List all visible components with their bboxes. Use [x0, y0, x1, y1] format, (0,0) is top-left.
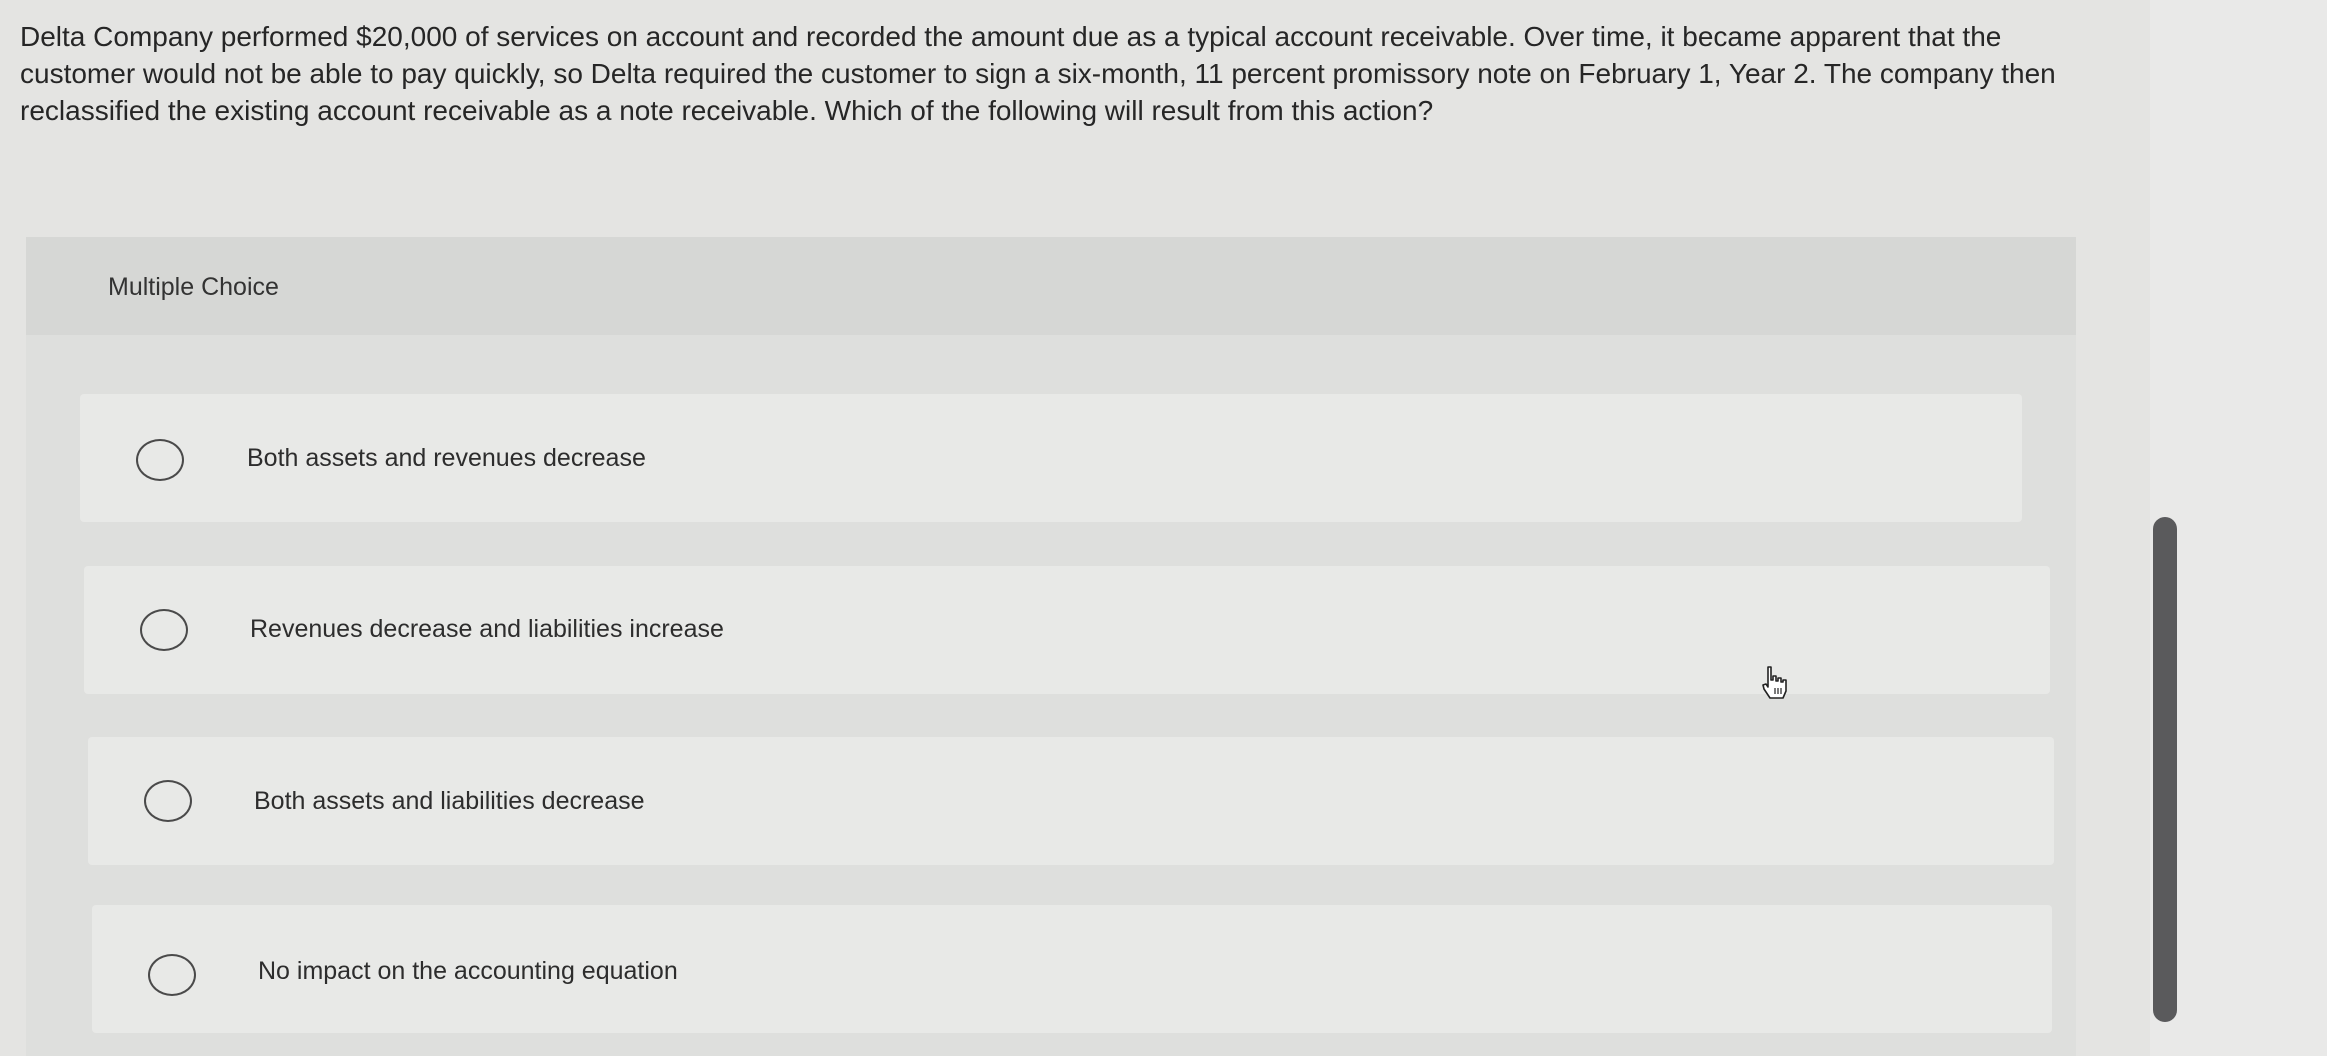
hand-pointer-icon [1762, 666, 1787, 699]
choice-option-2[interactable]: Revenues decrease and liabilities increa… [84, 566, 2050, 694]
choice-option-3[interactable]: Both assets and liabilities decrease [88, 737, 2054, 865]
multiple-choice-panel: Multiple Choice Both assets and revenues… [26, 237, 2076, 1056]
radio-button-icon[interactable] [140, 609, 188, 651]
radio-button-icon[interactable] [144, 780, 192, 822]
choice-label: Both assets and liabilities decrease [254, 787, 645, 815]
question-text: Delta Company performed $20,000 of servi… [20, 21, 2056, 126]
radio-button-icon[interactable] [148, 954, 196, 996]
choice-label: Revenues decrease and liabilities increa… [250, 615, 724, 643]
radio-button-icon[interactable] [136, 439, 184, 481]
choice-label: No impact on the accounting equation [258, 957, 678, 985]
choice-option-1[interactable]: Both assets and revenues decrease [80, 394, 2022, 522]
choice-option-4[interactable]: No impact on the accounting equation [92, 905, 2052, 1033]
multiple-choice-label: Multiple Choice [108, 273, 279, 301]
choice-label: Both assets and revenues decrease [247, 444, 646, 472]
scrollbar-thumb[interactable] [2153, 517, 2177, 1022]
multiple-choice-header: Multiple Choice [26, 237, 2076, 335]
